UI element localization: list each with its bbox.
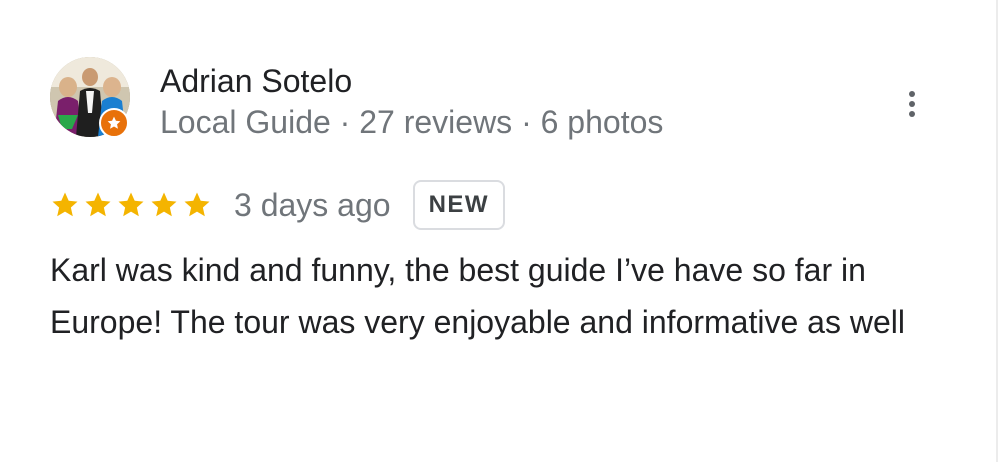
- star-icon: [182, 190, 212, 220]
- local-guide-star-icon: [107, 116, 121, 129]
- more-vertical-icon: [909, 101, 915, 107]
- more-options-button[interactable]: [896, 84, 928, 124]
- review-date: 3 days ago: [234, 186, 391, 223]
- local-guide-badge: [99, 108, 129, 138]
- reviewer-meta[interactable]: Local Guide · 27 reviews · 6 photos: [160, 103, 663, 141]
- rating-row: 3 days ago NEW: [50, 178, 506, 232]
- review-text: Karl was kind and funny, the best guide …: [50, 252, 905, 340]
- star-icon: [83, 190, 113, 220]
- star-rating: [50, 190, 212, 220]
- star-icon: [149, 190, 179, 220]
- more-vertical-icon: [909, 111, 915, 117]
- review-card: Adrian Sotelo Local Guide · 27 reviews ·…: [0, 0, 996, 462]
- star-icon: [116, 190, 146, 220]
- more-vertical-icon: [909, 91, 915, 97]
- new-badge: NEW: [412, 180, 506, 230]
- star-icon: [50, 190, 80, 220]
- reviewer-name[interactable]: Adrian Sotelo: [160, 62, 352, 100]
